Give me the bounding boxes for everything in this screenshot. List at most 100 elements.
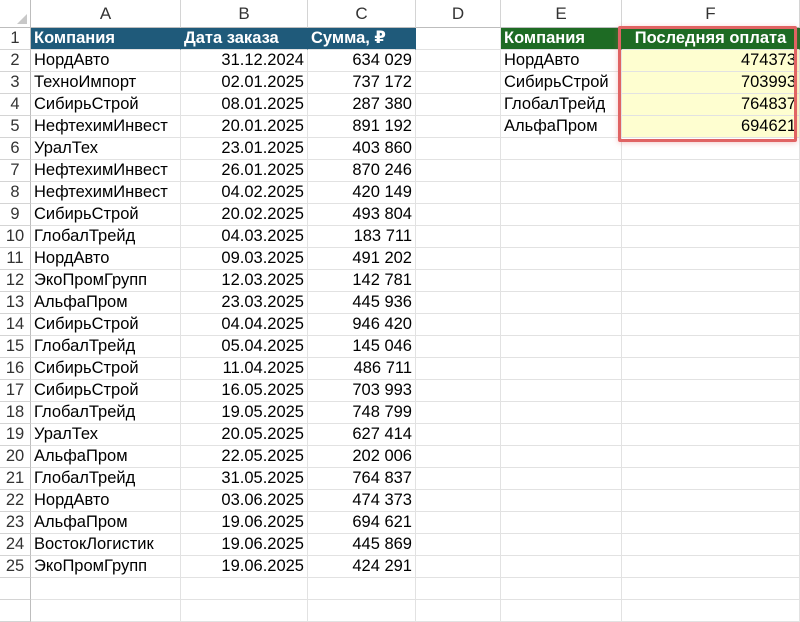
main-table-cell[interactable]: 737 172: [308, 72, 416, 94]
grid-cell[interactable]: [416, 446, 501, 468]
grid-cell[interactable]: [416, 490, 501, 512]
main-table-cell[interactable]: НордАвто: [31, 490, 181, 512]
main-table-cell[interactable]: УралТех: [31, 424, 181, 446]
grid-cell[interactable]: [416, 600, 501, 622]
grid-cell[interactable]: [501, 292, 622, 314]
row-header-20[interactable]: 20: [0, 446, 31, 468]
grid-cell[interactable]: [416, 270, 501, 292]
main-table-cell[interactable]: 20.02.2025: [181, 204, 308, 226]
main-table-cell[interactable]: ЭкоПромГрупп: [31, 556, 181, 578]
grid-cell[interactable]: [622, 314, 800, 336]
main-table-cell[interactable]: 31.05.2025: [181, 468, 308, 490]
grid-cell[interactable]: [416, 424, 501, 446]
grid-cell[interactable]: [622, 226, 800, 248]
grid-cell[interactable]: [622, 578, 800, 600]
row-header-11[interactable]: 11: [0, 248, 31, 270]
row-header-26[interactable]: [0, 578, 31, 600]
main-table-cell[interactable]: 202 006: [308, 446, 416, 468]
grid-cell[interactable]: [181, 578, 308, 600]
row-header-23[interactable]: 23: [0, 512, 31, 534]
row-header-17[interactable]: 17: [0, 380, 31, 402]
main-table-cell[interactable]: 424 291: [308, 556, 416, 578]
row-header-21[interactable]: 21: [0, 468, 31, 490]
grid-cell[interactable]: [501, 468, 622, 490]
grid-cell[interactable]: [622, 358, 800, 380]
main-table-cell[interactable]: 445 869: [308, 534, 416, 556]
grid-cell[interactable]: [416, 292, 501, 314]
main-table-cell[interactable]: 627 414: [308, 424, 416, 446]
grid-cell[interactable]: [501, 402, 622, 424]
grid-cell[interactable]: [501, 138, 622, 160]
row-header-14[interactable]: 14: [0, 314, 31, 336]
row-header-12[interactable]: 12: [0, 270, 31, 292]
grid-cell[interactable]: [416, 28, 501, 50]
grid-cell[interactable]: [501, 600, 622, 622]
grid-cell[interactable]: [622, 556, 800, 578]
grid-cell[interactable]: [622, 270, 800, 292]
main-table-cell[interactable]: ТехноИмпорт: [31, 72, 181, 94]
main-table-cell[interactable]: 22.05.2025: [181, 446, 308, 468]
main-table-cell[interactable]: 23.03.2025: [181, 292, 308, 314]
main-table-cell[interactable]: АльфаПром: [31, 446, 181, 468]
grid-cell[interactable]: [416, 116, 501, 138]
row-header-10[interactable]: 10: [0, 226, 31, 248]
select-all-corner[interactable]: [0, 0, 31, 28]
grid-cell[interactable]: [31, 578, 181, 600]
grid-cell[interactable]: [501, 204, 622, 226]
column-header-a[interactable]: A: [31, 0, 181, 28]
column-header-f[interactable]: F: [622, 0, 800, 28]
column-header-d[interactable]: D: [416, 0, 501, 28]
grid-cell[interactable]: [416, 248, 501, 270]
main-table-cell[interactable]: 145 046: [308, 336, 416, 358]
main-table-cell[interactable]: 486 711: [308, 358, 416, 380]
main-table-cell[interactable]: НефтехимИнвест: [31, 116, 181, 138]
main-table-cell[interactable]: 946 420: [308, 314, 416, 336]
grid-cell[interactable]: [622, 248, 800, 270]
row-header-27[interactable]: [0, 600, 31, 622]
grid-cell[interactable]: [416, 358, 501, 380]
grid-cell[interactable]: [622, 534, 800, 556]
main-table-cell[interactable]: СибирьСтрой: [31, 358, 181, 380]
row-header-18[interactable]: 18: [0, 402, 31, 424]
main-table-cell[interactable]: 491 202: [308, 248, 416, 270]
grid-cell[interactable]: [416, 578, 501, 600]
grid-cell[interactable]: [308, 600, 416, 622]
grid-cell[interactable]: [622, 138, 800, 160]
grid-cell[interactable]: [501, 424, 622, 446]
main-table-cell[interactable]: ГлобалТрейд: [31, 336, 181, 358]
main-table-cell[interactable]: 493 804: [308, 204, 416, 226]
main-table-cell[interactable]: АльфаПром: [31, 292, 181, 314]
main-table-cell[interactable]: ГлобалТрейд: [31, 468, 181, 490]
main-table-cell[interactable]: 287 380: [308, 94, 416, 116]
main-table-cell[interactable]: 08.01.2025: [181, 94, 308, 116]
row-header-15[interactable]: 15: [0, 336, 31, 358]
column-header-b[interactable]: B: [181, 0, 308, 28]
column-header-e[interactable]: E: [501, 0, 622, 28]
grid-cell[interactable]: [501, 380, 622, 402]
main-table-cell[interactable]: 26.01.2025: [181, 160, 308, 182]
grid-cell[interactable]: [416, 160, 501, 182]
row-header-7[interactable]: 7: [0, 160, 31, 182]
main-table-cell[interactable]: 03.06.2025: [181, 490, 308, 512]
main-table-cell[interactable]: 445 936: [308, 292, 416, 314]
main-table-cell[interactable]: 870 246: [308, 160, 416, 182]
grid-cell[interactable]: [416, 138, 501, 160]
summary-table-header-last-payment[interactable]: Последняя оплата: [622, 28, 800, 50]
row-header-4[interactable]: 4: [0, 94, 31, 116]
main-table-cell[interactable]: 05.04.2025: [181, 336, 308, 358]
grid-cell[interactable]: [501, 578, 622, 600]
main-table-cell[interactable]: НордАвто: [31, 248, 181, 270]
grid-cell[interactable]: [416, 72, 501, 94]
main-table-cell[interactable]: 764 837: [308, 468, 416, 490]
main-table-cell[interactable]: 142 781: [308, 270, 416, 292]
main-table-cell[interactable]: СибирьСтрой: [31, 204, 181, 226]
grid-cell[interactable]: [416, 226, 501, 248]
grid-cell[interactable]: [622, 160, 800, 182]
main-table-header-cell[interactable]: Сумма, ₽: [308, 28, 416, 50]
main-table-cell[interactable]: 19.06.2025: [181, 556, 308, 578]
row-header-22[interactable]: 22: [0, 490, 31, 512]
row-header-8[interactable]: 8: [0, 182, 31, 204]
main-table-cell[interactable]: 634 029: [308, 50, 416, 72]
grid-cell[interactable]: [622, 292, 800, 314]
grid-cell[interactable]: [416, 336, 501, 358]
